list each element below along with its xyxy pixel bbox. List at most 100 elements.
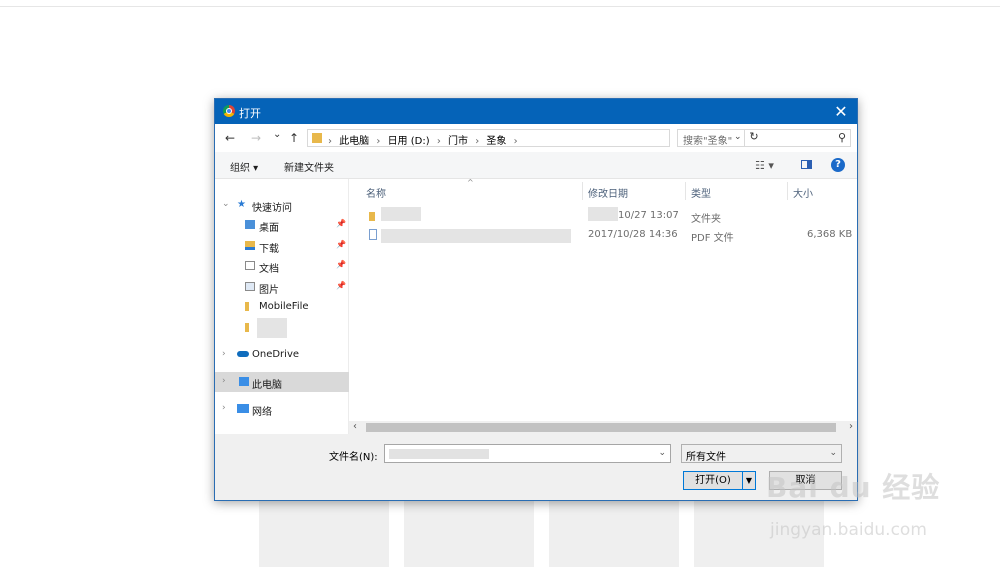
nav-item-onedrive[interactable]: › OneDrive — [215, 345, 349, 365]
chevron-right-icon[interactable]: › — [222, 376, 226, 386]
table-row[interactable]: 10/27 13:07 文件夹 — [349, 207, 857, 226]
file-date: 2017/10/28 14:36 — [588, 229, 678, 240]
chevron-right-icon[interactable]: › — [222, 349, 226, 359]
pin-icon[interactable]: 📌 — [336, 219, 346, 228]
computer-icon — [239, 377, 249, 386]
background-panel — [259, 498, 389, 567]
pin-icon[interactable]: 📌 — [336, 240, 346, 249]
nav-item-quick-access[interactable]: ⌄ ★ 快速访问 — [215, 195, 349, 215]
network-icon — [237, 404, 249, 413]
nav-item-desktop[interactable]: 桌面 📌 — [215, 215, 349, 235]
watermark-url: jingyan.baidu.com — [770, 520, 927, 540]
breadcrumb-item[interactable]: 门市 — [448, 136, 468, 147]
horizontal-scrollbar[interactable]: ‹ › — [349, 421, 857, 434]
pin-icon[interactable]: 📌 — [336, 260, 346, 269]
nav-item-network[interactable]: › 网络 — [215, 399, 349, 419]
redacted-filename — [381, 229, 571, 243]
preview-pane-icon[interactable] — [801, 160, 812, 169]
filename-input[interactable]: ⌄ — [384, 444, 671, 463]
page-top-divider — [0, 6, 1000, 7]
redacted-label — [257, 318, 287, 338]
table-row[interactable]: 2017/10/28 14:36 PDF 文件 6,368 KB — [349, 226, 857, 245]
chevron-down-icon[interactable]: ⌄ — [222, 199, 230, 209]
nav-item-label: 此电脑 — [252, 380, 282, 391]
nav-item-label: 网络 — [252, 407, 272, 418]
column-header-date[interactable]: 修改日期 — [588, 185, 628, 200]
downloads-icon — [245, 241, 255, 250]
nav-item-downloads[interactable]: 下载 📌 — [215, 236, 349, 256]
up-button[interactable]: ↑ — [289, 131, 299, 145]
scroll-right-icon[interactable]: › — [849, 421, 853, 432]
file-type: 文件夹 — [691, 214, 721, 225]
column-header-name[interactable]: 名称 — [366, 185, 386, 200]
recent-locations-button[interactable]: ⌄ — [273, 129, 281, 140]
redacted-filename — [381, 207, 421, 221]
address-bar[interactable]: › 此电脑 › 日用 (D:) › 门市 › 圣象 › ⌄ ↻ — [307, 129, 759, 147]
column-divider[interactable] — [787, 182, 788, 200]
nav-item-label: OneDrive — [252, 349, 300, 360]
scrollbar-thumb[interactable] — [366, 423, 836, 432]
search-placeholder: 搜索"圣象" — [683, 136, 733, 147]
dialog-titlebar: 打开 ✕ — [215, 99, 857, 124]
dialog-footer: 文件名(N): ⌄ 所有文件 ⌄ 打开(O) ▼ 取消 — [215, 434, 857, 500]
nav-item-documents[interactable]: 文档 📌 — [215, 256, 349, 276]
chevron-right-icon[interactable]: › — [222, 403, 226, 413]
scroll-left-icon[interactable]: ‹ — [353, 421, 357, 432]
command-toolbar: 组织 ▾ 新建文件夹 ☷ ▾ ? — [215, 152, 857, 179]
new-folder-button[interactable]: 新建文件夹 — [284, 159, 334, 174]
nav-item-label: 快速访问 — [252, 203, 292, 214]
breadcrumb: › 此电脑 › 日用 (D:) › 门市 › 圣象 › — [328, 132, 522, 147]
nav-item-label: 图片 — [259, 285, 279, 296]
open-button[interactable]: 打开(O) — [683, 471, 743, 490]
file-list: ^ 名称 修改日期 类型 大小 10/27 13:07 文件夹 2017/10/… — [349, 178, 857, 421]
nav-item-label: MobileFile — [259, 301, 309, 312]
pdf-file-icon — [369, 229, 377, 240]
breadcrumb-item[interactable]: 日用 (D:) — [388, 136, 430, 147]
background-panel — [404, 498, 534, 567]
organize-button[interactable]: 组织 ▾ — [230, 159, 258, 174]
breadcrumb-item[interactable]: 圣象 — [486, 136, 506, 147]
filetype-value: 所有文件 — [686, 452, 726, 463]
folder-icon — [245, 302, 249, 311]
chevron-down-icon[interactable]: ⌄ — [829, 448, 837, 458]
filename-label: 文件名(N): — [329, 452, 378, 463]
open-options-button[interactable]: ▼ — [743, 471, 756, 490]
column-divider[interactable] — [582, 182, 583, 200]
nav-item-pictures[interactable]: 图片 📌 — [215, 277, 349, 297]
breadcrumb-item[interactable]: 此电脑 — [339, 136, 369, 147]
back-button[interactable]: ← — [225, 131, 235, 145]
forward-button[interactable]: → — [251, 131, 261, 145]
breadcrumb-separator: › — [376, 136, 381, 147]
cloud-icon — [237, 351, 249, 357]
baidu-watermark: Bai du 经验 jingyan.baidu.com — [762, 458, 962, 548]
folder-icon — [369, 212, 375, 221]
nav-item-blurred-folder[interactable] — [215, 318, 349, 338]
close-button[interactable]: ✕ — [825, 99, 857, 124]
help-icon[interactable]: ? — [831, 158, 845, 172]
documents-icon — [245, 261, 255, 270]
column-header-type[interactable]: 类型 — [691, 185, 711, 200]
watermark-logo-text: Bai du 经验 — [766, 471, 941, 504]
nav-item-label: 文档 — [259, 264, 279, 275]
column-header-size[interactable]: 大小 — [793, 185, 813, 200]
nav-item-label: 桌面 — [259, 223, 279, 234]
column-divider[interactable] — [685, 182, 686, 200]
folder-icon — [312, 133, 322, 143]
background-panel — [549, 498, 679, 567]
file-type: PDF 文件 — [691, 233, 734, 244]
nav-item-label: 下载 — [259, 244, 279, 255]
star-icon: ★ — [237, 199, 246, 210]
breadcrumb-separator: › — [475, 136, 480, 147]
breadcrumb-separator: › — [436, 136, 441, 147]
dialog-title: 打开 — [239, 107, 261, 120]
chevron-down-icon[interactable]: ⌄ — [658, 448, 666, 458]
desktop-icon — [245, 220, 255, 229]
sort-ascending-icon: ^ — [467, 178, 474, 187]
pin-icon[interactable]: 📌 — [336, 281, 346, 290]
nav-item-mobilefile[interactable]: MobileFile — [215, 297, 349, 317]
view-options-button[interactable]: ☷ ▾ — [755, 159, 774, 172]
navigation-pane: ⌄ ★ 快速访问 桌面 📌 下载 📌 文档 📌 图片 📌 MobileFile — [215, 179, 349, 434]
search-input[interactable]: 搜索"圣象" ⚲ — [677, 129, 851, 147]
nav-item-this-pc[interactable]: › 此电脑 — [215, 372, 349, 392]
file-size: 6,368 KB — [807, 229, 853, 240]
